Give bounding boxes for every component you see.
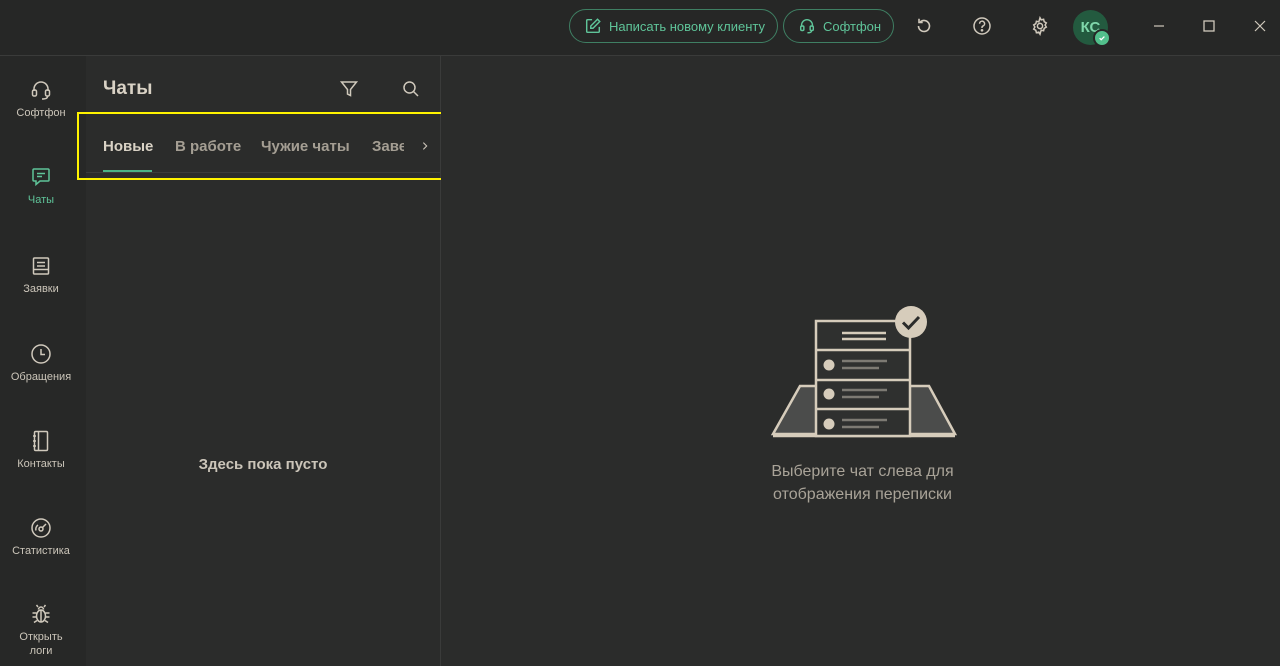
help-button[interactable]	[970, 14, 994, 38]
sidebar: Софтфон Чаты Заявки Обращения Контакты С…	[0, 56, 86, 666]
sidebar-item-label: Заявки	[23, 283, 59, 295]
sidebar-item-label: Софтфон	[16, 107, 66, 119]
requests-icon	[32, 257, 50, 275]
sidebar-item-contacts[interactable]: Контакты	[0, 429, 82, 471]
maximize-button[interactable]	[1197, 14, 1221, 38]
bug-icon	[32, 604, 50, 624]
write-new-client-label: Написать новому клиенту	[609, 18, 765, 34]
minimize-button[interactable]	[1147, 14, 1171, 38]
settings-button[interactable]	[1028, 14, 1052, 38]
select-chat-hint: Выберите чат слева для отображения переп…	[771, 463, 954, 503]
sidebar-item-label: Чаты	[27, 194, 55, 206]
chat-list-panel: Чаты Новые В работе Чужие чаты Завершенн…	[86, 56, 441, 666]
refresh-button[interactable]	[912, 14, 936, 38]
maximize-icon	[1203, 20, 1215, 32]
sidebar-item-statistics[interactable]: Статистика	[0, 516, 82, 558]
page-title: Чаты	[103, 78, 153, 99]
softphone-button[interactable]: Софтфон	[783, 9, 895, 43]
sidebar-item-label: Обращения	[10, 371, 72, 383]
close-icon	[1254, 20, 1266, 32]
gear-icon	[1032, 16, 1048, 36]
active-tab-indicator	[103, 170, 152, 172]
sidebar-item-open-logs[interactable]: Открыть логи	[0, 602, 82, 658]
minimize-icon	[1154, 25, 1164, 27]
edit-icon	[585, 18, 601, 34]
sidebar-item-appeals[interactable]: Обращения	[0, 342, 82, 384]
tabs-scroll-right-button[interactable]	[416, 136, 434, 156]
refresh-icon	[917, 18, 931, 33]
empty-state-text: Здесь пока пусто	[198, 456, 328, 473]
clock-icon	[31, 344, 51, 364]
chat-tabs: Новые В работе Чужие чаты Завершенные	[86, 122, 440, 173]
sidebar-item-label: Открыть логи	[19, 631, 63, 657]
sidebar-item-chats[interactable]: Чаты	[0, 165, 82, 207]
online-status-icon	[1093, 29, 1111, 47]
statistics-gauge-icon	[31, 518, 51, 538]
sidebar-item-requests[interactable]: Заявки	[0, 254, 82, 296]
empty-chat-illustration	[770, 306, 958, 438]
headset-icon	[31, 81, 51, 100]
write-new-client-button[interactable]: Написать новому клиенту	[569, 9, 778, 43]
sidebar-item-label: Статистика	[12, 545, 70, 557]
chevron-right-icon	[422, 142, 428, 150]
search-icon[interactable]	[400, 78, 422, 100]
sidebar-item-label: Контакты	[17, 458, 65, 470]
tab-in-progress[interactable]: В работе	[175, 138, 241, 155]
filter-icon[interactable]	[338, 78, 360, 100]
close-button[interactable]	[1248, 14, 1272, 38]
help-icon	[973, 17, 991, 35]
softphone-label: Софтфон	[823, 18, 882, 34]
tab-new[interactable]: Новые	[103, 138, 153, 155]
avatar[interactable]: КС	[1073, 10, 1111, 47]
chat-icon	[32, 168, 50, 187]
tab-others-chats[interactable]: Чужие чаты	[261, 138, 350, 155]
contacts-book-icon	[33, 430, 49, 452]
top-bar: Написать новому клиенту Софтфон КС	[0, 0, 1280, 56]
sidebar-item-softphone[interactable]: Софтфон	[0, 78, 82, 120]
headset-icon	[799, 19, 815, 34]
